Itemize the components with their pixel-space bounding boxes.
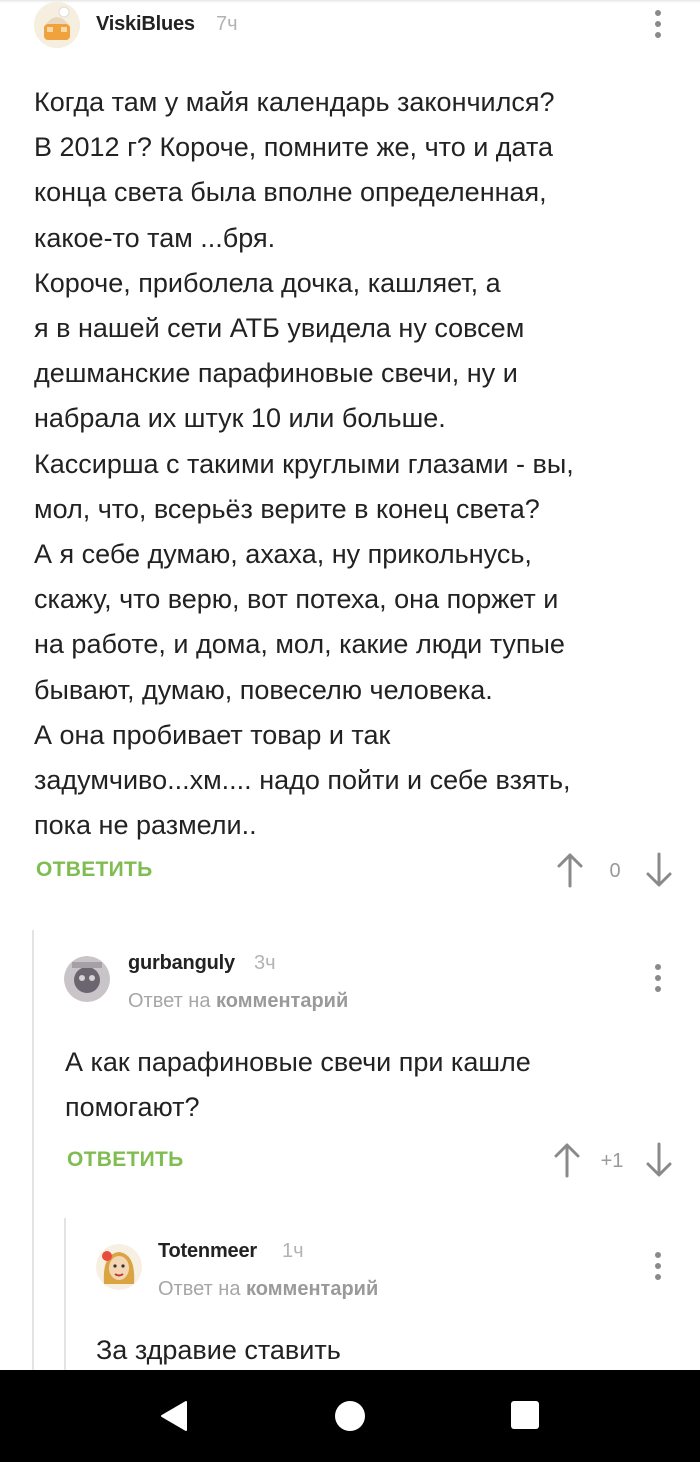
rating-value: 0 (609, 860, 621, 882)
username[interactable]: Totenmeer (158, 1240, 257, 1263)
reply-to-prefix: Ответ на (128, 990, 211, 1012)
more-vertical-icon[interactable] (648, 960, 668, 996)
thread-line-level-1 (32, 930, 34, 1370)
reply-button[interactable]: ОТВЕТИТЬ (67, 1148, 184, 1172)
avatar-image (34, 2, 80, 48)
comment-text: Когда там у майя календарь закончился? В… (34, 87, 574, 841)
comment-text: За здравие ставить (96, 1335, 341, 1365)
reply-to-label: Ответ на комментарий (128, 990, 348, 1013)
reply-to-prefix: Ответ на (158, 1278, 241, 1300)
timestamp: 7ч (216, 13, 238, 35)
square-recents-icon[interactable] (510, 1400, 540, 1435)
timestamp: 3ч (254, 952, 276, 974)
reply-to-link[interactable]: комментарий (246, 1278, 378, 1300)
avatar-image (64, 956, 110, 1002)
avatar[interactable] (34, 2, 80, 48)
circle-home-icon[interactable] (334, 1400, 366, 1437)
arrow-down-icon[interactable] (644, 852, 674, 888)
username[interactable]: gurbanguly (128, 952, 235, 975)
arrow-up-icon[interactable] (552, 1142, 582, 1178)
avatar-image (96, 1244, 142, 1290)
more-vertical-icon[interactable] (648, 6, 668, 42)
thread-line-level-2 (64, 1218, 66, 1370)
rating-value: +1 (600, 1150, 624, 1172)
reply-to-label: Ответ на комментарий (158, 1278, 378, 1301)
comment-text: А как парафиновые свечи при кашле помога… (65, 1047, 531, 1123)
avatar[interactable] (96, 1244, 142, 1290)
timestamp: 1ч (282, 1240, 304, 1262)
arrow-down-icon[interactable] (644, 1142, 674, 1178)
top-shadow (0, 0, 700, 3)
triangle-back-icon[interactable] (158, 1400, 188, 1437)
arrow-up-icon[interactable] (555, 852, 585, 888)
username[interactable]: ViskiBlues (96, 13, 195, 36)
system-navigation-bar (0, 1370, 700, 1462)
reply-to-link[interactable]: комментарий (216, 990, 348, 1012)
avatar[interactable] (64, 956, 110, 1002)
more-vertical-icon[interactable] (648, 1248, 668, 1284)
reply-button[interactable]: ОТВЕТИТЬ (36, 858, 153, 882)
